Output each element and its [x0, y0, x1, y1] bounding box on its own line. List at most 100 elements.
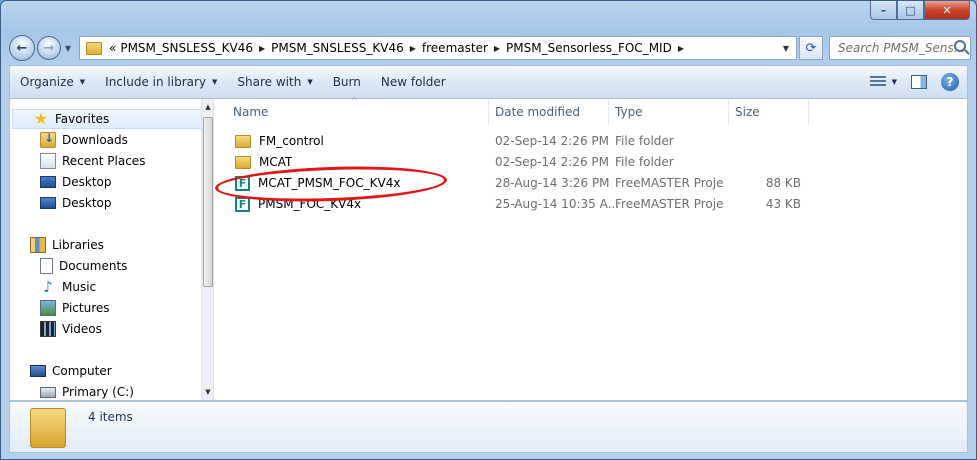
chevron-down-icon: ▼ — [212, 78, 218, 86]
desktop-icon — [40, 176, 56, 188]
breadcrumb-separator-icon[interactable]: ▶ — [255, 44, 269, 53]
file-type: FreeMASTER Proje... — [615, 197, 725, 211]
file-size — [725, 131, 801, 151]
maximize-button[interactable]: □ — [897, 1, 924, 20]
new-folder-button[interactable]: New folder — [371, 66, 456, 98]
scroll-thumb[interactable] — [203, 117, 213, 287]
search-placeholder: Search PMSM_Sens... — [838, 41, 966, 55]
column-header-type[interactable]: Type — [609, 99, 729, 125]
details-pane: 4 items — [9, 401, 968, 453]
scroll-down-icon[interactable]: ▼ — [202, 384, 213, 400]
file-size: 43 KB — [765, 197, 801, 211]
back-button[interactable]: ← — [9, 35, 35, 61]
sidebar-item-primary-drive[interactable]: Primary (C:) — [10, 382, 134, 400]
libraries-icon — [30, 237, 46, 253]
breadcrumb-separator-icon[interactable]: ▶ — [490, 44, 504, 53]
preview-pane-icon[interactable] — [911, 75, 927, 89]
column-header-name[interactable]: Name ^ — [215, 96, 489, 125]
sidebar-item-label: Recent Places — [62, 154, 146, 168]
refresh-button[interactable]: ⟳ — [799, 36, 823, 60]
sidebar-item-downloads[interactable]: Downloads — [10, 130, 128, 150]
sidebar-item-documents[interactable]: Documents — [10, 256, 127, 276]
sidebar-item-label: Downloads — [62, 133, 128, 147]
sidebar-item-pictures[interactable]: Pictures — [10, 298, 110, 318]
sidebar-item-favorites[interactable]: ★ Favorites — [12, 109, 202, 129]
help-icon[interactable]: ? — [941, 73, 959, 91]
star-icon: ★ — [33, 109, 49, 128]
sidebar-item-computer[interactable]: Computer — [10, 361, 112, 381]
breadcrumb-1[interactable]: PMSM_SNSLESS_KV46 — [118, 41, 255, 55]
sidebar-item-desktop[interactable]: Desktop — [10, 172, 112, 192]
file-date: 02-Sep-14 2:26 PM — [495, 155, 609, 169]
videos-icon — [40, 321, 56, 337]
change-view-icon[interactable] — [869, 76, 886, 88]
burn-button[interactable]: Burn — [323, 66, 371, 98]
forward-button[interactable]: → — [37, 36, 61, 60]
documents-icon — [40, 258, 53, 274]
sidebar-item-libraries[interactable]: Libraries — [10, 235, 104, 255]
breadcrumb-separator-icon[interactable]: ▶ — [674, 44, 688, 53]
sidebar-item-desktop[interactable]: Desktop — [10, 193, 112, 213]
file-type: File folder — [615, 155, 674, 169]
organize-button[interactable]: Organize ▼ — [10, 66, 95, 98]
file-date: 02-Sep-14 2:26 PM — [495, 134, 609, 148]
computer-icon — [30, 365, 46, 377]
column-header-label: Date modified — [495, 105, 581, 119]
file-name: MCAT — [259, 155, 293, 169]
minimize-button[interactable]: – — [870, 1, 897, 20]
search-input[interactable]: Search PMSM_Sens... — [829, 36, 971, 60]
sidebar-item-label: Videos — [62, 322, 102, 336]
sidebar-item-label: Primary (C:) — [62, 385, 134, 399]
folder-icon — [30, 408, 66, 448]
file-size: 88 KB — [765, 176, 801, 190]
sort-ascending-icon: ^ — [351, 96, 358, 105]
column-header-label: Size — [735, 105, 760, 119]
column-header-date[interactable]: Date modified — [489, 99, 609, 125]
pictures-icon — [40, 300, 56, 316]
sidebar-item-label: Documents — [59, 259, 128, 273]
folder-icon — [86, 41, 102, 55]
sidebar-item-label: Pictures — [62, 301, 110, 315]
close-button[interactable]: ✕ — [924, 1, 970, 20]
address-bar[interactable]: « PMSM_SNSLESS_KV46 ▶ PMSM_SNSLESS_KV46 … — [79, 36, 797, 60]
item-count: 4 items — [88, 410, 133, 424]
file-list: Name ^ Date modified Type Size FM_contro… — [215, 96, 967, 400]
sidebar-item-label: Libraries — [52, 238, 104, 252]
file-type: FreeMASTER Proje... — [615, 176, 725, 190]
column-header-label: Name — [233, 105, 269, 119]
folder-icon — [235, 155, 251, 169]
breadcrumb-2[interactable]: PMSM_SNSLESS_KV46 — [269, 41, 406, 55]
folder-icon — [235, 134, 251, 148]
address-dropdown-icon[interactable]: ▼ — [778, 37, 794, 59]
search-icon[interactable] — [954, 40, 966, 52]
breadcrumb-3[interactable]: freemaster — [420, 41, 490, 55]
breadcrumb-separator-icon[interactable]: ▶ — [406, 44, 420, 53]
sidebar-item-recent-places[interactable]: Recent Places — [10, 151, 145, 171]
sidebar-item-label: Computer — [52, 364, 112, 378]
sidebar-item-label: Desktop — [62, 196, 112, 210]
sidebar-item-videos[interactable]: Videos — [10, 319, 102, 339]
column-header-size[interactable]: Size — [729, 99, 809, 125]
include-in-library-button[interactable]: Include in library ▼ — [95, 66, 227, 98]
scroll-up-icon[interactable]: ▲ — [202, 99, 213, 115]
recent-pages-dropdown[interactable]: ▼ — [61, 44, 75, 53]
chevron-down-icon: ▼ — [307, 78, 313, 86]
chevron-down-icon[interactable]: ▼ — [892, 78, 897, 86]
include-in-library-label: Include in library — [105, 75, 207, 89]
file-date: 25-Aug-14 10:35 A... — [495, 197, 620, 211]
breadcrumb-4[interactable]: PMSM_Sensorless_FOC_MID — [504, 41, 674, 55]
share-with-button[interactable]: Share with ▼ — [227, 66, 322, 98]
file-date: 28-Aug-14 3:26 PM — [495, 176, 610, 190]
file-name-cell[interactable]: FM_control — [235, 131, 324, 151]
command-bar: Organize ▼ Include in library ▼ Share with… — [9, 65, 968, 99]
table-row[interactable]: FM_control 02-Sep-14 2:26 PM File folder — [215, 131, 967, 151]
navigation-scrollbar[interactable]: ▲ ▼ — [201, 99, 213, 400]
column-header-label: Type — [615, 105, 643, 119]
sidebar-item-music[interactable]: ♪ Music — [10, 277, 96, 297]
desktop-icon — [40, 197, 56, 209]
sidebar-item-label: Desktop — [62, 175, 112, 189]
navigation-pane: ★ Favorites Downloads Recent Places Desk… — [10, 99, 214, 400]
view-controls: ▼ ? — [869, 73, 967, 91]
navigation-row: ← → ▼ « PMSM_SNSLESS_KV46 ▶ PMSM_SNSLESS… — [9, 35, 971, 61]
address-overflow[interactable]: « — [107, 41, 118, 55]
